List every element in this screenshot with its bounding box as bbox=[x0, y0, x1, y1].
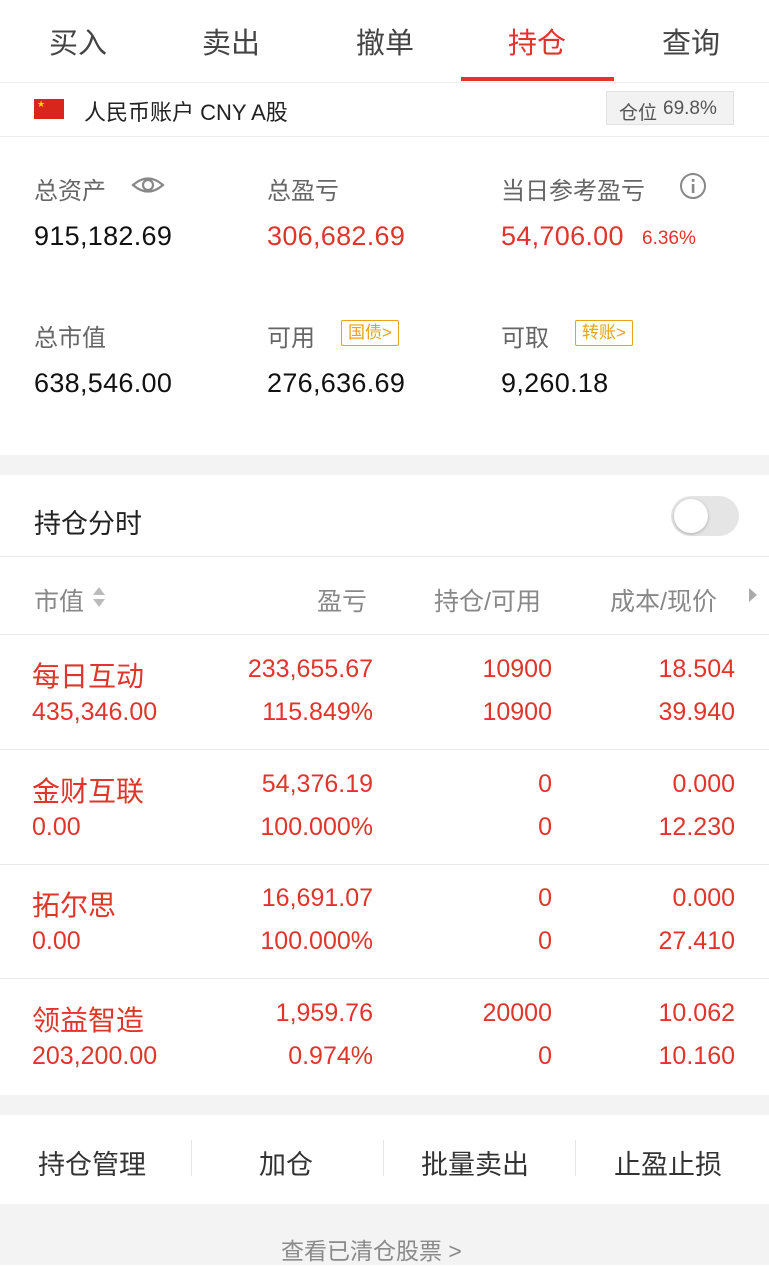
header-holding-available: 持仓/可用 bbox=[434, 588, 541, 616]
available-label: 可用 bbox=[267, 325, 315, 352]
tab-buy[interactable]: 买入 bbox=[49, 20, 107, 62]
total-assets-label: 总资产 bbox=[34, 178, 106, 205]
divider bbox=[0, 556, 769, 557]
withdrawable-label: 可取 bbox=[501, 325, 549, 352]
stock-name: 金财互联 bbox=[32, 776, 145, 807]
chevron-right-icon[interactable] bbox=[747, 587, 759, 603]
toggle-knob bbox=[674, 499, 708, 533]
cleared-stocks-link[interactable]: 查看已清仓股票 > bbox=[281, 1232, 462, 1266]
stock-pnl: 233,655.67 bbox=[247, 655, 373, 683]
stock-pnl: 1,959.76 bbox=[275, 999, 373, 1027]
section-divider bbox=[0, 455, 769, 475]
stock-holding: 0 bbox=[538, 770, 552, 798]
stock-name: 领益智造 bbox=[32, 1005, 145, 1036]
eye-icon[interactable] bbox=[131, 172, 165, 198]
stock-pnl: 16,691.07 bbox=[261, 884, 373, 912]
divider bbox=[0, 978, 769, 979]
stock-cost: 0.000 bbox=[672, 884, 735, 912]
divider bbox=[0, 749, 769, 750]
bond-button[interactable]: 国债> bbox=[341, 320, 399, 346]
batch-sell-button[interactable]: 批量卖出 bbox=[421, 1143, 529, 1182]
total-assets-value: 915,182.69 bbox=[34, 221, 173, 251]
position-ratio-badge: 仓位 69.8% bbox=[606, 91, 734, 125]
stock-available: 10900 bbox=[482, 698, 552, 726]
account-label[interactable]: 人民币账户 CNY A股 bbox=[84, 95, 288, 127]
top-tab-bar: 买入 卖出 撤单 持仓 查询 bbox=[0, 0, 769, 83]
daily-pnl-percent: 6.36% bbox=[642, 228, 696, 249]
add-position-button[interactable]: 加仓 bbox=[259, 1143, 313, 1182]
stock-available: 0 bbox=[538, 927, 552, 955]
daily-pnl-value: 54,706.00 bbox=[501, 221, 624, 251]
stock-pnl: 54,376.19 bbox=[261, 770, 373, 798]
stock-available: 0 bbox=[538, 813, 552, 841]
divider bbox=[383, 1140, 384, 1176]
stock-market-value: 203,200.00 bbox=[32, 1042, 158, 1070]
header-pnl: 盈亏 bbox=[317, 588, 368, 616]
info-icon[interactable] bbox=[679, 172, 707, 200]
tab-sell[interactable]: 卖出 bbox=[202, 20, 260, 62]
intraday-toggle[interactable] bbox=[671, 496, 739, 536]
stock-name: 拓尔思 bbox=[32, 890, 117, 921]
divider bbox=[191, 1140, 192, 1176]
divider bbox=[575, 1140, 576, 1176]
position-value: 69.8% bbox=[663, 98, 717, 119]
divider bbox=[0, 634, 769, 635]
stock-cost: 0.000 bbox=[672, 770, 735, 798]
stock-price: 27.410 bbox=[658, 927, 735, 955]
header-cost-price: 成本/现价 bbox=[610, 588, 717, 616]
divider bbox=[0, 864, 769, 865]
stock-price: 39.940 bbox=[658, 698, 735, 726]
transfer-button[interactable]: 转账> bbox=[575, 320, 633, 346]
account-bar: ★ 人民币账户 CNY A股 仓位 69.8% bbox=[0, 82, 769, 137]
stock-market-value: 435,346.00 bbox=[32, 698, 158, 726]
china-flag-icon: ★ bbox=[34, 99, 64, 119]
total-pnl-label: 总盈亏 bbox=[267, 178, 339, 205]
withdrawable-value: 9,260.18 bbox=[501, 368, 609, 398]
header-market-value[interactable]: 市值 bbox=[34, 582, 84, 618]
stock-pnl-percent: 115.849% bbox=[262, 698, 373, 726]
stock-available: 0 bbox=[538, 1042, 552, 1070]
stock-name: 每日互动 bbox=[32, 661, 145, 692]
active-tab-indicator bbox=[461, 77, 614, 81]
stock-holding: 20000 bbox=[482, 999, 552, 1027]
stock-holding: 0 bbox=[538, 884, 552, 912]
take-profit-stop-loss-button[interactable]: 止盈止损 bbox=[614, 1143, 722, 1182]
intraday-label: 持仓分时 bbox=[34, 509, 142, 539]
total-pnl-value: 306,682.69 bbox=[267, 221, 406, 251]
stock-cost: 18.504 bbox=[658, 655, 735, 683]
stock-cost: 10.062 bbox=[658, 999, 735, 1027]
stock-price: 12.230 bbox=[658, 813, 735, 841]
position-management-button[interactable]: 持仓管理 bbox=[38, 1143, 146, 1182]
tab-query[interactable]: 查询 bbox=[662, 20, 720, 62]
tab-holdings[interactable]: 持仓 bbox=[508, 20, 566, 62]
stock-market-value: 0.00 bbox=[32, 813, 81, 841]
stock-pnl-percent: 100.000% bbox=[260, 927, 373, 955]
market-value-label: 总市值 bbox=[34, 325, 106, 352]
available-value: 276,636.69 bbox=[267, 368, 406, 398]
stock-pnl-percent: 0.974% bbox=[288, 1042, 373, 1070]
section-divider bbox=[0, 1095, 769, 1115]
sort-icon[interactable] bbox=[92, 586, 106, 608]
stock-holding: 10900 bbox=[482, 655, 552, 683]
stock-market-value: 0.00 bbox=[32, 927, 81, 955]
tab-cancel-order[interactable]: 撤单 bbox=[356, 20, 414, 62]
daily-pnl-label: 当日参考盈亏 bbox=[501, 178, 645, 205]
stock-price: 10.160 bbox=[658, 1042, 735, 1070]
market-value: 638,546.00 bbox=[34, 368, 173, 398]
position-label: 仓位 bbox=[619, 103, 658, 124]
stock-pnl-percent: 100.000% bbox=[260, 813, 373, 841]
